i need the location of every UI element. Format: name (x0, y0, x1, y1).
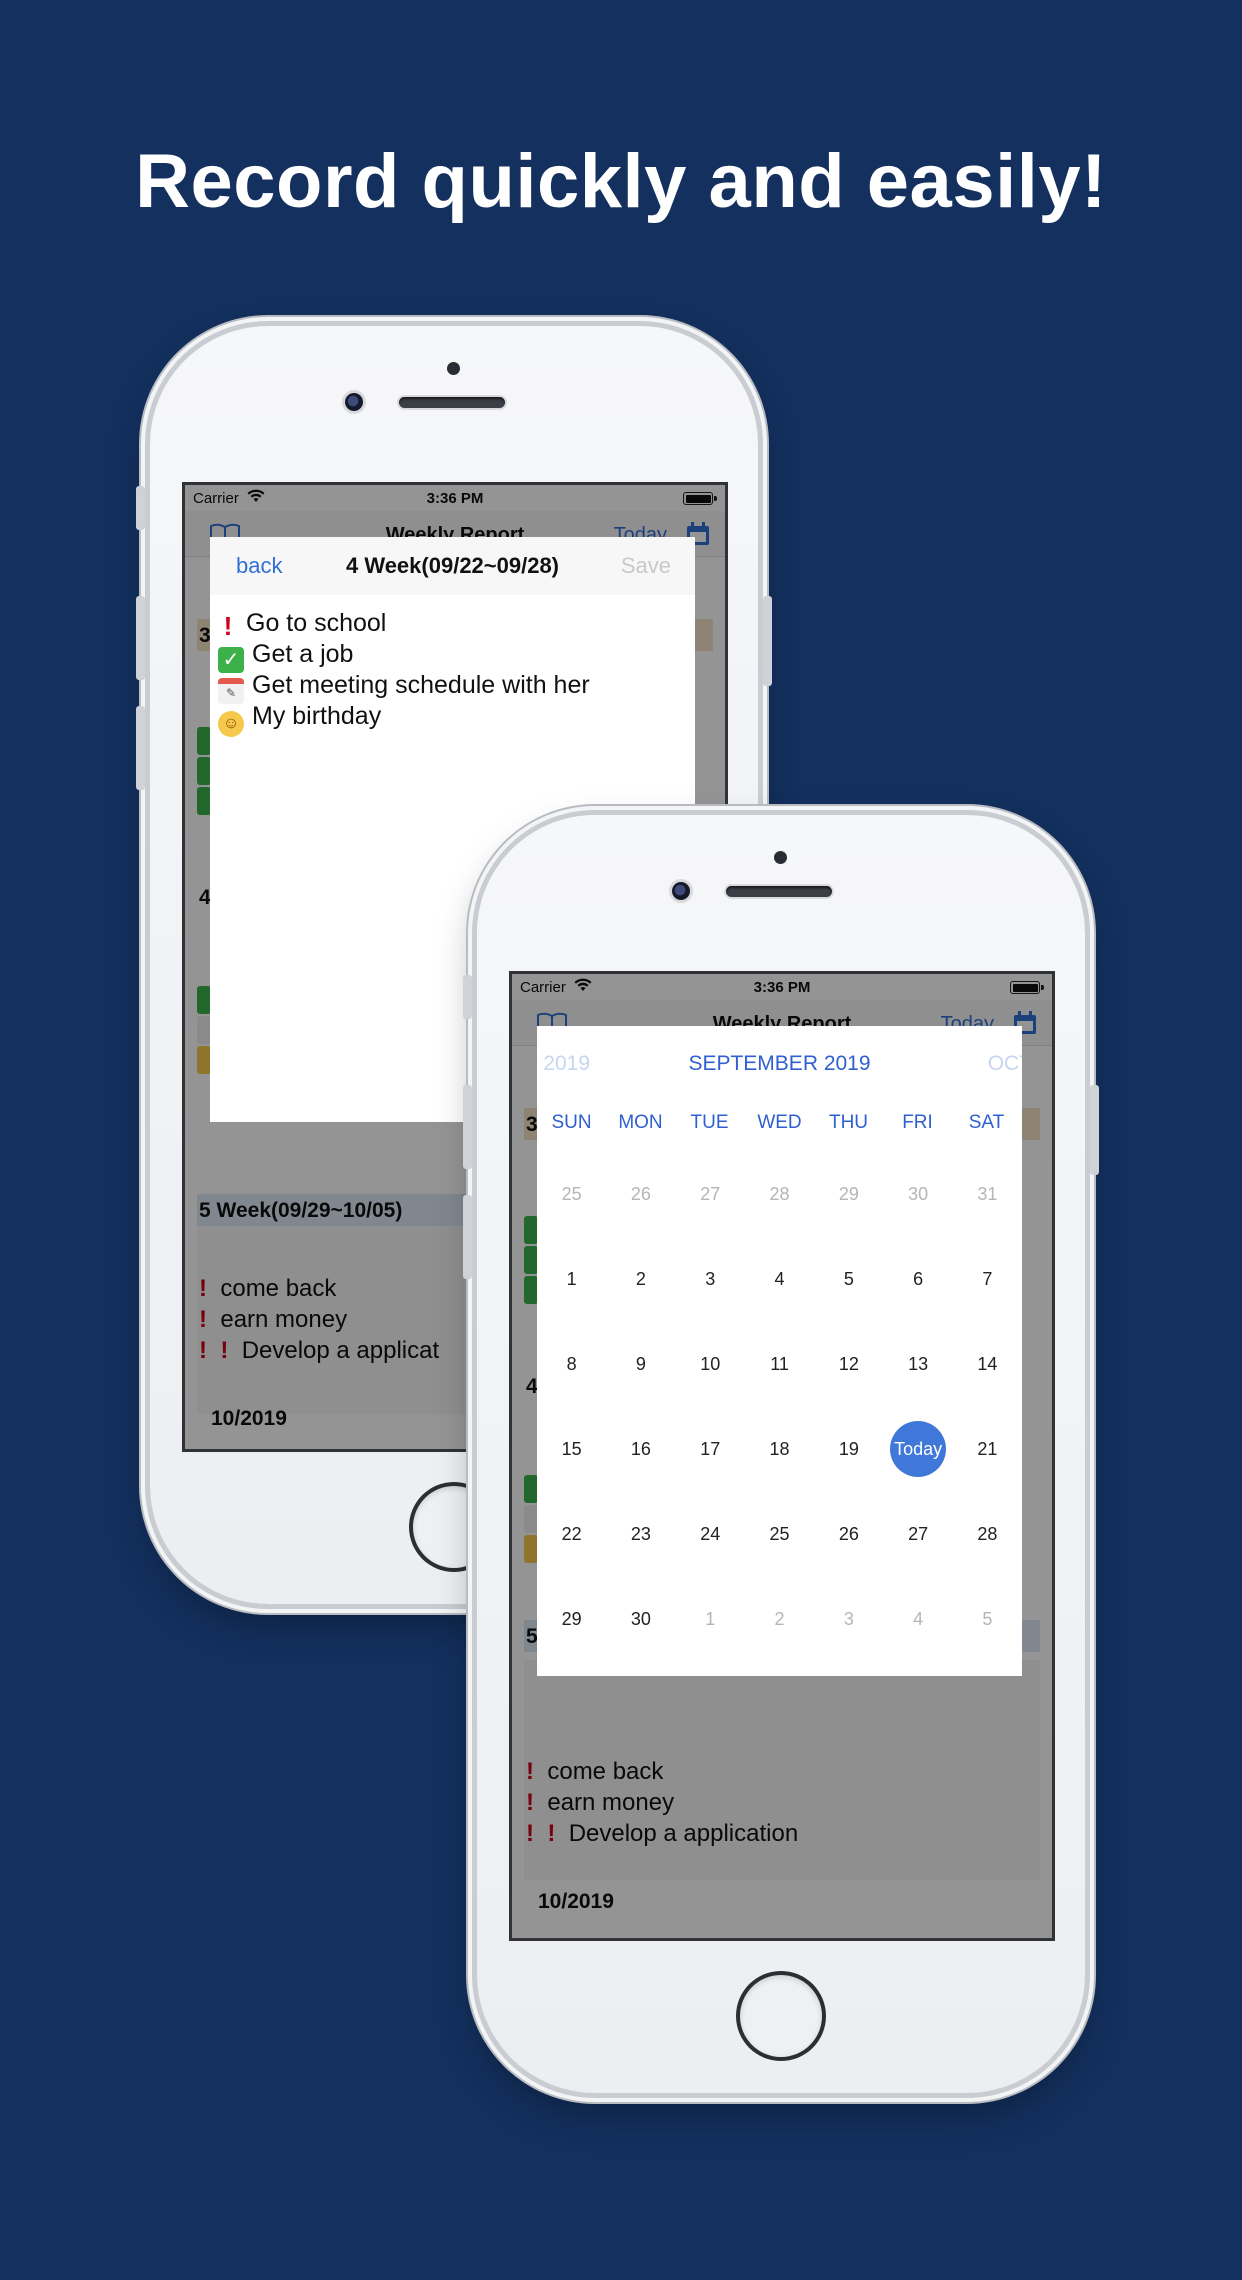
day-cell[interactable]: 6 (888, 1251, 948, 1307)
day-cell[interactable]: 7 (957, 1251, 1017, 1307)
day-cell[interactable]: 31 (957, 1166, 1017, 1222)
weekday-header: FRI (902, 1112, 933, 1133)
day-cell[interactable]: 30 (611, 1591, 671, 1647)
editor-line[interactable]: ✎ Get meeting schedule with her (218, 671, 590, 704)
day-cell[interactable]: 8 (542, 1336, 602, 1392)
day-cell[interactable]: 30 (888, 1166, 948, 1222)
speaker-grille (726, 886, 832, 897)
exclamation-icon: ! (223, 611, 233, 641)
day-cell[interactable]: 28 (957, 1506, 1017, 1562)
phone-front-screen: Carrier 3:36 PM Weekly Report Today 3 4 … (509, 971, 1055, 1941)
day-cell[interactable]: 29 (542, 1591, 602, 1647)
day-cell[interactable]: 16 (611, 1421, 671, 1477)
day-cell[interactable]: 26 (611, 1166, 671, 1222)
day-cell[interactable]: 22 (542, 1506, 602, 1562)
day-cell[interactable]: 3 (680, 1251, 740, 1307)
calendar-icon: ✎ (218, 678, 244, 704)
weekday-header: WED (757, 1112, 802, 1133)
editor-header: back 4 Week(09/22~09/28) Save (210, 537, 695, 595)
speaker-grille (399, 397, 505, 408)
day-cell[interactable]: 5 (957, 1591, 1017, 1647)
day-cell[interactable]: 29 (819, 1166, 879, 1222)
weekday-header: THU (828, 1112, 869, 1133)
day-cell[interactable]: 28 (750, 1166, 810, 1222)
day-cell[interactable]: 21 (957, 1421, 1017, 1477)
month-selector: T 2019 SEPTEMBER 2019 OCTOB (537, 1026, 1022, 1106)
weekday-header: TUE (690, 1112, 729, 1133)
day-cell[interactable]: 5 (819, 1251, 879, 1307)
day-cell[interactable]: 19 (819, 1421, 879, 1477)
editor-line[interactable]: ☺ My birthday (218, 702, 381, 737)
day-cell[interactable]: 2 (611, 1251, 671, 1307)
today-day-cell[interactable]: Today (890, 1421, 947, 1477)
day-cell[interactable]: 2 (750, 1591, 810, 1647)
day-cell[interactable]: 9 (611, 1336, 671, 1392)
day-cell[interactable]: 12 (819, 1336, 879, 1392)
front-camera-icon (345, 393, 363, 411)
weekday-header: SAT (968, 1112, 1005, 1133)
day-cell[interactable]: 13 (888, 1336, 948, 1392)
headline: Record quickly and easily! (135, 139, 1107, 224)
day-cell[interactable]: 18 (750, 1421, 810, 1477)
day-cell[interactable]: 1 (542, 1251, 602, 1307)
front-camera-icon (672, 882, 690, 900)
weekday-header: SUN (551, 1112, 592, 1133)
day-cell[interactable]: 11 (750, 1336, 810, 1392)
day-cell[interactable]: 4 (888, 1591, 948, 1647)
weekday-header: MON (618, 1112, 663, 1133)
save-button[interactable]: Save (621, 553, 671, 579)
day-cell[interactable]: 26 (819, 1506, 879, 1562)
current-month-label: SEPTEMBER 2019 (688, 1052, 871, 1075)
day-cell[interactable]: 25 (750, 1506, 810, 1562)
day-cell[interactable]: 25 (542, 1166, 602, 1222)
day-cell[interactable]: 3 (819, 1591, 879, 1647)
day-cell[interactable]: 15 (542, 1421, 602, 1477)
day-cell[interactable]: 10 (680, 1336, 740, 1392)
day-cell[interactable]: 17 (680, 1421, 740, 1477)
home-button[interactable] (740, 1975, 822, 2057)
day-cell[interactable]: 23 (611, 1506, 671, 1562)
day-cell[interactable]: 27 (680, 1166, 740, 1222)
phone-front: Carrier 3:36 PM Weekly Report Today 3 4 … (463, 815, 1099, 2093)
next-month-button[interactable]: OCTOB (988, 1052, 1022, 1076)
calendar-popup: T 2019 SEPTEMBER 2019 OCTOB SUN MON TUE … (537, 1026, 1022, 1676)
day-cell[interactable]: 14 (957, 1336, 1017, 1392)
check-mark-icon: ✓ (218, 647, 244, 673)
editor-line[interactable]: ✓ Get a job (218, 640, 353, 673)
day-cell[interactable]: 24 (680, 1506, 740, 1562)
editor-line[interactable]: ! Go to school (218, 609, 387, 641)
party-face-icon: ☺ (218, 711, 244, 737)
day-cell[interactable]: 1 (680, 1591, 740, 1647)
day-cell[interactable]: 27 (888, 1506, 948, 1562)
day-cell[interactable]: 4 (750, 1251, 810, 1307)
